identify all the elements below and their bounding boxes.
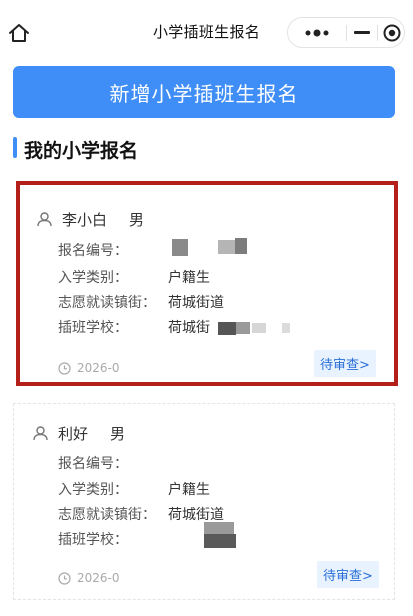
reg-no-label: 报名编号：	[58, 243, 128, 259]
more-dots-icon[interactable]	[288, 18, 346, 47]
redacted-school	[236, 322, 250, 334]
redacted-school	[204, 534, 236, 548]
submit-time: 2026-0	[77, 361, 120, 375]
clock-icon	[58, 361, 71, 375]
redacted-school	[252, 323, 266, 333]
clock-icon	[58, 571, 71, 585]
status-badge[interactable]: 待审查>	[314, 350, 376, 377]
section-title: 我的小学报名	[24, 140, 139, 162]
street-value: 荷城街道	[168, 295, 224, 311]
status-badge[interactable]: 待审查>	[317, 561, 379, 588]
mini-program-capsule	[287, 17, 405, 48]
section-accent-bar	[13, 137, 17, 158]
time-row: 2026-0	[58, 571, 120, 585]
redacted-school	[204, 522, 234, 534]
close-target-icon[interactable]	[378, 18, 405, 47]
redacted-reg-no	[235, 238, 247, 254]
school-value: 荷城街	[168, 320, 210, 336]
applicant-gender: 男	[110, 425, 126, 443]
application-card[interactable]: 利好 男 报名编号： 入学类别： 户籍生 志愿就读镇街： 荷城街道 插班学校： …	[13, 403, 395, 600]
category-label: 入学类别：	[58, 482, 128, 498]
street-label: 志愿就读镇街：	[58, 295, 156, 311]
school-label: 插班学校：	[58, 532, 128, 548]
person-icon	[32, 425, 49, 442]
reg-no-label: 报名编号：	[58, 456, 128, 472]
minimize-icon[interactable]	[347, 18, 377, 47]
street-label: 志愿就读镇街：	[58, 507, 156, 523]
application-card[interactable]: 李小白 男 报名编号： 入学类别： 户籍生 志愿就读镇街： 荷城街道 插班学校：…	[16, 181, 398, 386]
person-row: 利好 男	[32, 423, 125, 444]
school-label: 插班学校：	[58, 320, 128, 336]
person-icon	[36, 211, 53, 228]
street-value: 荷城街道	[168, 507, 224, 523]
person-row: 李小白 男	[36, 209, 144, 230]
navigation-bar: 小学插班生报名	[0, 0, 413, 62]
redacted-school	[218, 322, 236, 335]
category-value: 户籍生	[168, 270, 210, 286]
submit-time: 2026-0	[77, 571, 120, 585]
applicant-name: 李小白	[62, 211, 108, 229]
redacted-reg-no	[172, 239, 188, 256]
applicant-gender: 男	[129, 211, 145, 229]
redacted-school	[282, 323, 290, 333]
time-row: 2026-0	[58, 361, 120, 375]
category-label: 入学类别：	[58, 270, 128, 286]
category-value: 户籍生	[168, 482, 210, 498]
applicant-name: 利好	[58, 425, 89, 443]
add-registration-button[interactable]: 新增小学插班生报名	[13, 66, 395, 118]
